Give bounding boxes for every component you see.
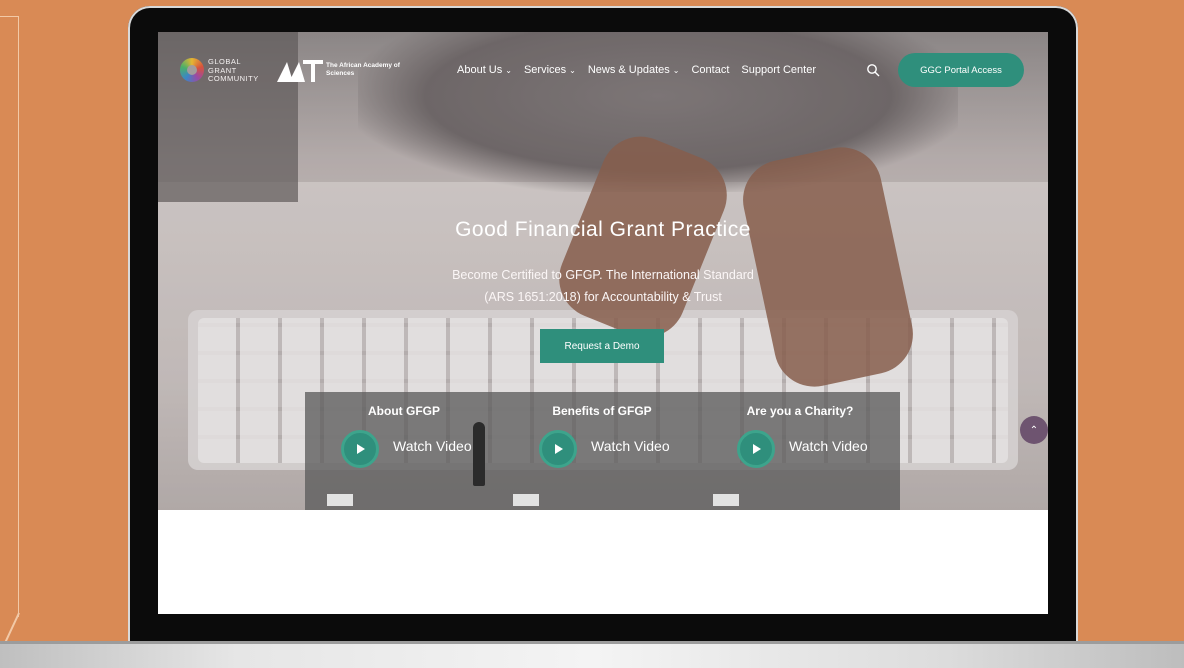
decorative-frame bbox=[0, 16, 19, 617]
video-card-benefits[interactable]: Benefits of GFGP Watch Video bbox=[503, 392, 701, 510]
menu-news-updates[interactable]: News & Updates ⌄ bbox=[588, 64, 680, 76]
ggc-logo-text[interactable]: GLOBAL GRANT COMMUNITY bbox=[208, 57, 268, 84]
video-strip: About GFGP Watch Video Benefits of GFGP … bbox=[305, 392, 900, 510]
laptop-base bbox=[0, 641, 1184, 668]
aas-logo-icon[interactable] bbox=[275, 56, 325, 84]
chevron-down-icon: ⌄ bbox=[672, 65, 680, 75]
video-card-about-gfgp[interactable]: About GFGP Watch Video bbox=[305, 392, 503, 510]
aas-logo-icon bbox=[513, 494, 539, 506]
website-screen: GLOBAL GRANT COMMUNITY The African Acade… bbox=[158, 32, 1048, 614]
chevron-up-icon[interactable]: ⌃ bbox=[1020, 416, 1048, 444]
aas-logo-text[interactable]: The African Academy of Sciences bbox=[326, 62, 406, 78]
menu-support-center[interactable]: Support Center bbox=[741, 64, 816, 76]
video-title: Are you a Charity? bbox=[746, 404, 854, 418]
portal-access-button[interactable]: GGC Portal Access bbox=[898, 53, 1024, 87]
play-icon[interactable] bbox=[341, 430, 379, 468]
hero-title: Good Financial Grant Practice bbox=[455, 218, 751, 241]
watch-video-label[interactable]: Watch Video bbox=[591, 438, 670, 454]
ggc-logo-icon[interactable] bbox=[180, 58, 204, 82]
aas-logo-icon bbox=[327, 494, 353, 506]
watch-video-label[interactable]: Watch Video bbox=[789, 438, 868, 454]
hero-section: GLOBAL GRANT COMMUNITY The African Acade… bbox=[158, 32, 1048, 510]
video-title: About GFGP bbox=[368, 404, 440, 418]
aas-logo-icon bbox=[713, 494, 739, 506]
menu-services[interactable]: Services ⌄ bbox=[524, 64, 576, 76]
chevron-down-icon: ⌄ bbox=[569, 65, 576, 75]
watch-video-label[interactable]: Watch Video bbox=[393, 438, 472, 454]
menu-contact[interactable]: Contact bbox=[691, 64, 729, 76]
play-icon[interactable] bbox=[737, 430, 775, 468]
play-icon[interactable] bbox=[539, 430, 577, 468]
menu-about-us[interactable]: About Us ⌄ bbox=[457, 64, 512, 76]
top-navigation: GLOBAL GRANT COMMUNITY The African Acade… bbox=[158, 52, 1048, 92]
search-icon[interactable] bbox=[866, 63, 880, 77]
chevron-down-icon: ⌄ bbox=[505, 65, 512, 75]
video-title: Benefits of GFGP bbox=[552, 404, 652, 418]
video-card-charity[interactable]: Are you a Charity? Watch Video bbox=[701, 392, 899, 510]
request-demo-button[interactable]: Request a Demo bbox=[540, 329, 664, 363]
main-menu: About Us ⌄ Services ⌄ News & Updates ⌄ Cont… bbox=[457, 64, 828, 76]
hero-subtitle: Become Certified to GFGP. The Internatio… bbox=[452, 268, 754, 304]
character-figure bbox=[473, 422, 485, 486]
